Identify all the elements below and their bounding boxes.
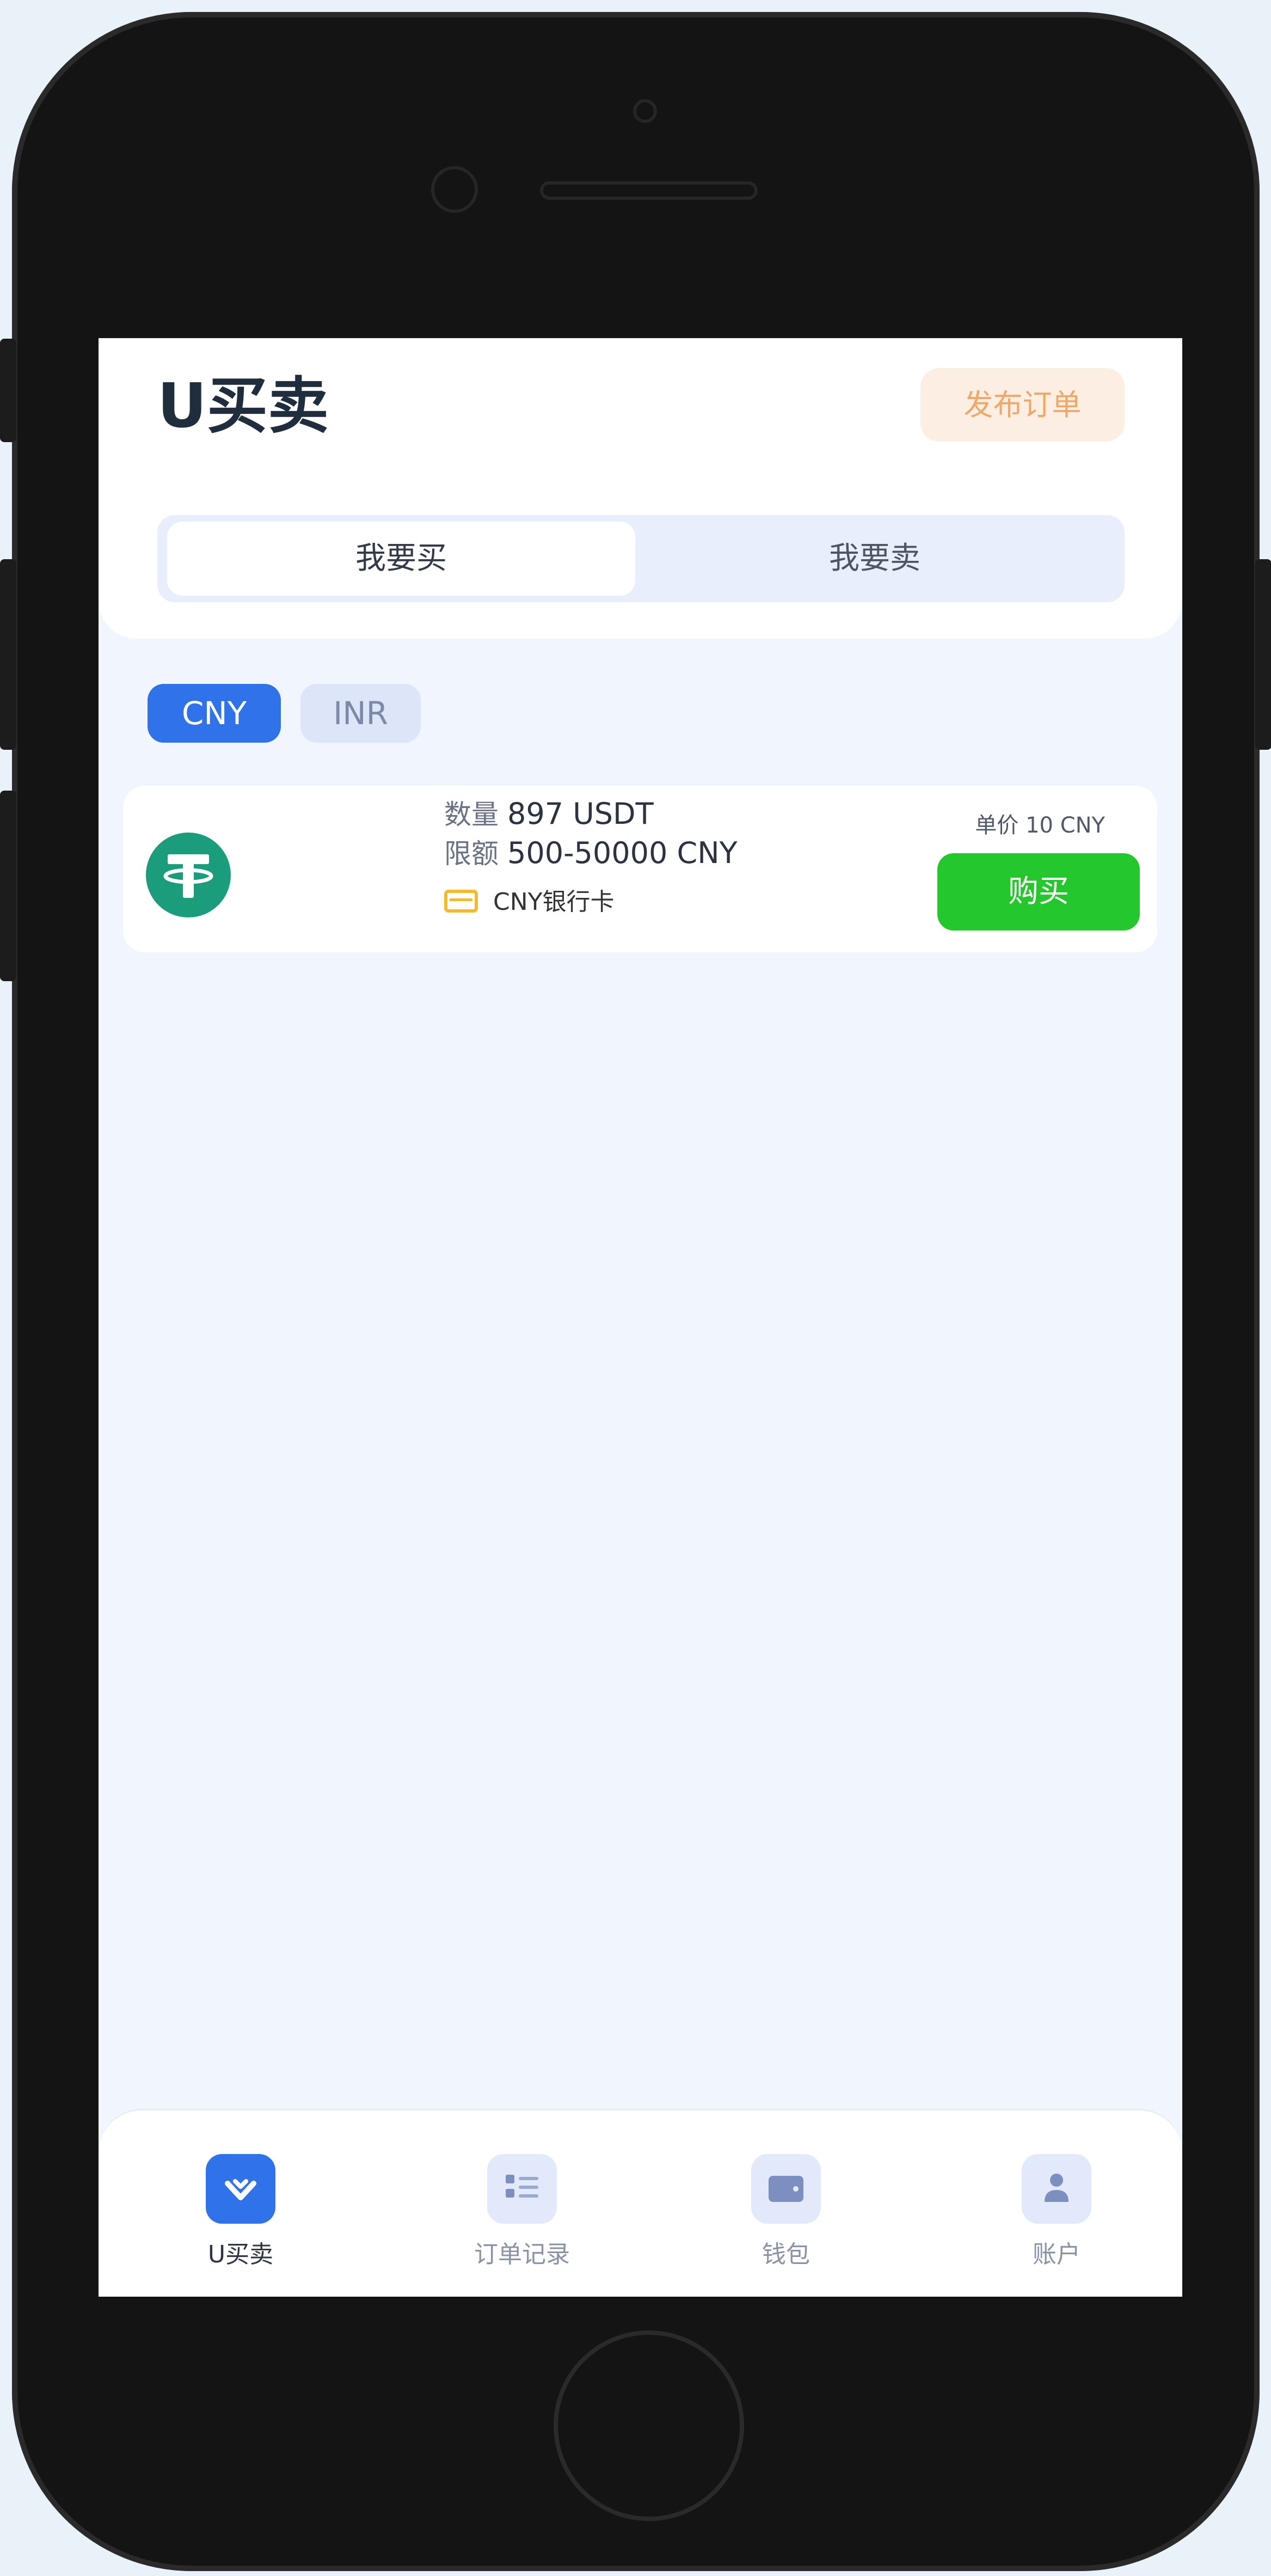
unit-price: 单价 10 CNY [975,813,1105,838]
buy-sell-toggle: 我要买 我要卖 [157,515,1125,602]
home-button[interactable] [554,2330,744,2521]
proximity-sensor [431,166,478,213]
limit-row: 限额 500-50000 CNY [444,834,738,873]
tab-account-label: 账户 [1033,2241,1080,2268]
tab-u-trade-label: U买卖 [207,2241,274,2268]
tab-sell[interactable]: 我要卖 [635,522,1114,596]
user-icon [1022,2154,1091,2224]
tab-orders[interactable]: 订单记录 [440,2154,604,2269]
header: U买卖 发布订单 我要买 我要卖 [99,338,1182,639]
front-camera [633,99,657,123]
publish-order-button[interactable]: 发布订单 [920,368,1125,442]
mute-switch [0,339,16,442]
limit-value: 500-50000 CNY [507,836,738,870]
tab-wallet[interactable]: 钱包 [704,2154,868,2269]
quantity-row: 数量 897 USDT [444,794,654,834]
limit-label: 限额 [444,838,499,870]
tab-orders-label: 订单记录 [474,2241,570,2268]
tab-account[interactable]: 账户 [975,2154,1138,2269]
power-button [1255,559,1271,750]
quantity-label: 数量 [444,799,499,830]
app-screen: U买卖 发布订单 我要买 我要卖 CNY INR 数量 897 USDT 限额 50… [99,338,1182,2297]
volume-down-button [0,791,16,981]
list-icon [487,2154,557,2224]
wallet-icon [751,2154,821,2224]
currency-chip-cny[interactable]: CNY [148,684,281,743]
currency-chip-inr[interactable]: INR [300,684,421,743]
volume-up-button [0,559,16,750]
diamond-icon [206,2154,275,2224]
tab-buy[interactable]: 我要买 [167,522,635,596]
bottom-tab-bar: U买卖 订单记录 钱包 账户 [99,2109,1182,2297]
bank-card-icon [444,890,478,913]
earpiece-speaker [540,181,758,200]
quantity-value: 897 USDT [507,797,654,831]
payment-method-label: CNY银行卡 [493,888,615,916]
buy-button[interactable]: 购买 [937,853,1140,931]
tether-icon [146,833,231,917]
listing-card: 数量 897 USDT 限额 500-50000 CNY CNY银行卡 单价 10 … [123,786,1157,952]
payment-method: CNY银行卡 [444,883,615,922]
page-title: U买卖 [157,371,329,442]
tab-wallet-label: 钱包 [762,2241,810,2268]
tab-u-trade[interactable]: U买卖 [159,2154,322,2269]
